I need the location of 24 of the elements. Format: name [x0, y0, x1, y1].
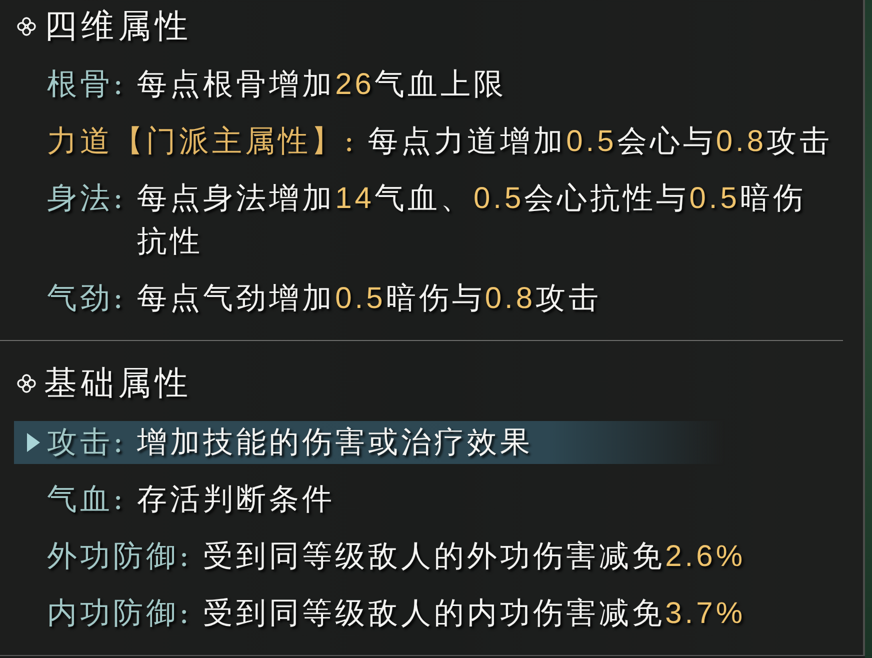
- stat-row[interactable]: 气血: 存活判断条件: [14, 478, 725, 521]
- stat-label: 根骨:: [47, 66, 126, 104]
- stat-description: 每点力道增加 0.5会心与0.8攻击: [368, 123, 833, 161]
- stat-description: 存活判断条件: [137, 481, 336, 519]
- stat-row[interactable]: 外功防御: 受到同等级敌人的外功伤害减免2.6%: [14, 535, 746, 578]
- triangle-marker-icon: [27, 433, 40, 452]
- stat-description: 受到同等级敌人的内功伤害减免3.7%: [203, 595, 746, 633]
- stat-row[interactable]: 内功防御: 受到同等级敌人的内功伤害减免3.7%: [14, 592, 746, 635]
- stat-description: 每点身法增加 14气血、0.5会心抗性与0.5暗伤抗性: [137, 180, 807, 261]
- stat-description: 每点根骨增加 26气血上限: [137, 66, 506, 104]
- quatrefoil-icon: [17, 374, 36, 392]
- stat-label: 内功防御:: [47, 595, 192, 633]
- stat-label: 攻击:: [47, 424, 126, 462]
- stat-label: 气劲:: [47, 280, 126, 318]
- stat-label: 身法:: [47, 180, 126, 218]
- stat-description: 受到同等级敌人的外功伤害减免2.6%: [203, 538, 746, 576]
- stat-description: 每点气劲增加 0.5暗伤与0.8攻击: [137, 280, 602, 318]
- stat-label: 气血:: [47, 481, 126, 519]
- section-title: 四维属性: [44, 5, 192, 47]
- stat-label: 外功防御:: [47, 538, 192, 576]
- stat-description: 增加技能的伤害或治疗效果: [137, 424, 534, 462]
- stat-label: 力道【门派主属性】:: [47, 123, 358, 161]
- quatrefoil-icon: [17, 16, 36, 36]
- section-title: 基础属性: [44, 362, 192, 404]
